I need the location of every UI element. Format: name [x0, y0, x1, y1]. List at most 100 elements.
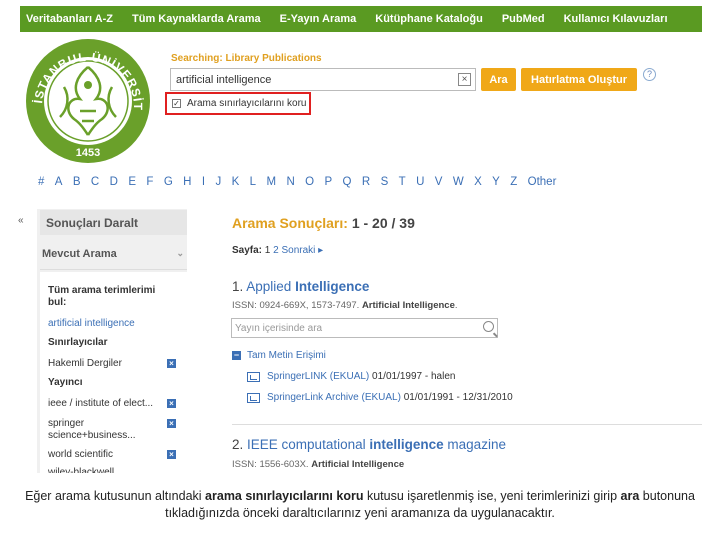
keep-limiters-label: Arama sınırlayıcılarını koru [187, 98, 307, 109]
alpha-u[interactable]: U [416, 176, 424, 188]
alpha-y[interactable]: Y [492, 176, 500, 188]
results-range: 1 - 20 / 39 [351, 215, 415, 231]
search-input[interactable]: artificial intelligence × [170, 68, 476, 91]
results-heading: Arama Sonuçları: 1 - 20 / 39 [232, 215, 415, 231]
caption-bold-1: arama sınırlayıcılarını koru [205, 489, 364, 503]
nav-pubmed[interactable]: PubMed [502, 13, 545, 25]
result-1-subject: Artificial Intelligence [361, 300, 455, 311]
alpha-q[interactable]: Q [343, 176, 352, 188]
external-link-icon [247, 392, 260, 403]
limiter-peer-reviewed: Hakemli Dergiler [48, 358, 122, 369]
result-2-subject: Artificial Intelligence [311, 459, 405, 470]
alpha-hash[interactable]: # [38, 176, 44, 188]
alpha-r[interactable]: R [362, 176, 370, 188]
caption-bold-2: ara [620, 489, 640, 503]
all-terms-line-2: bul: [48, 297, 67, 308]
result-1-issn-tail: . [454, 300, 458, 311]
alpha-g[interactable]: G [164, 176, 173, 188]
keep-limiters-checkbox[interactable]: ✓ [172, 99, 181, 108]
result-1-issn: ISSN: 0924-669X, 1573-7497. Artificial I… [232, 300, 458, 311]
alpha-s[interactable]: S [381, 176, 389, 188]
fulltext-link-springerlink[interactable]: SpringerLINK (EKUAL) 01/01/1997 - halen [247, 371, 455, 382]
publisher-wiley: wiley-blackwell [48, 467, 115, 473]
alpha-i[interactable]: I [202, 176, 205, 188]
alpha-other[interactable]: Other [528, 176, 557, 188]
alpha-d[interactable]: D [110, 176, 118, 188]
page-1: 1 [264, 245, 271, 256]
alpha-j[interactable]: J [215, 176, 221, 188]
result-2-issn: ISSN: 1556-603X. Artificial Intelligence [232, 459, 404, 470]
results-heading-label: Arama Sonuçları: [232, 215, 348, 231]
publisher-world-scientific: world scientific [48, 449, 114, 460]
page-label: Sayfa: [232, 245, 263, 256]
alpha-c[interactable]: C [91, 176, 99, 188]
full-text-access-label: Tam Metin Erişimi [247, 350, 326, 361]
keep-limiters-highlight: ✓ Arama sınırlayıcılarını koru [165, 92, 311, 115]
create-alert-button[interactable]: Hatırlatma Oluştur [521, 68, 637, 91]
clear-search-icon[interactable]: × [458, 73, 471, 86]
alpha-x[interactable]: X [474, 176, 482, 188]
current-search-label: Mevcut Arama [42, 248, 117, 260]
external-link-icon [247, 371, 260, 382]
result-1-title[interactable]: 1. Applied Intelligence [232, 279, 369, 294]
fulltext-link-dates: 01/01/1991 - 12/31/2010 [403, 392, 513, 403]
search-within-input[interactable]: Yayın içerisinde ara [231, 318, 498, 338]
alpha-a[interactable]: A [55, 176, 63, 188]
search-icon[interactable] [483, 321, 494, 332]
search-button[interactable]: Ara [481, 68, 516, 91]
result-1-title-text: Applied [246, 279, 292, 294]
alpha-p[interactable]: P [324, 176, 332, 188]
current-query-link[interactable]: artificial intelligence [48, 318, 135, 329]
nav-all-resources-search[interactable]: Tüm Kaynaklarda Arama [132, 13, 261, 25]
remove-publisher-world-scientific-icon[interactable]: × [167, 450, 176, 459]
remove-publisher-ieee-icon[interactable]: × [167, 399, 176, 408]
result-divider [232, 424, 702, 425]
university-seal-icon: T.C. İSTANBUL ÜNİVERSİTESİ 1453 [19, 25, 150, 163]
alpha-z[interactable]: Z [510, 176, 517, 188]
alpha-f[interactable]: F [146, 176, 153, 188]
full-text-access-toggle[interactable]: − Tam Metin Erişimi [232, 350, 326, 361]
current-search-toggle[interactable]: Mevcut Arama ⌄ [40, 240, 187, 270]
caption-text-2: kutusu işaretlenmiş ise, yeni terimlerin… [366, 489, 618, 503]
alphabet-browse: # A B C D E F G H I J K L M N O P Q R S … [38, 176, 698, 188]
alpha-e[interactable]: E [128, 176, 136, 188]
refine-results-heading: Sonuçları Daralt [40, 210, 187, 235]
fulltext-link-springerlink-archive[interactable]: SpringerLink Archive (EKUAL) 01/01/1991 … [247, 392, 513, 403]
current-search-panel: Tüm arama terimlerimi bul: artificial in… [40, 272, 187, 473]
result-2-title-text: IEEE computational [247, 437, 366, 452]
page-2-link[interactable]: 2 [273, 245, 279, 256]
next-arrow-icon[interactable]: ▸ [318, 245, 323, 256]
alpha-k[interactable]: K [232, 176, 240, 188]
collapse-sidebar-icon[interactable]: « [18, 215, 24, 226]
remove-publisher-springer-icon[interactable]: × [167, 419, 176, 428]
alpha-t[interactable]: T [399, 176, 406, 188]
result-2-title-highlight: intelligence [369, 437, 444, 452]
collapse-icon: − [232, 350, 241, 360]
top-navigation: Veritabanları A-Z Tüm Kaynaklarda Arama … [20, 6, 702, 32]
limiters-heading: Sınırlayıcılar [48, 337, 108, 348]
alpha-b[interactable]: B [73, 176, 81, 188]
help-icon[interactable]: ? [643, 68, 656, 81]
result-1-title-highlight: Intelligence [295, 279, 370, 294]
result-2-title-tail: magazine [447, 437, 506, 452]
nav-user-guides[interactable]: Kullanıcı Kılavuzları [564, 13, 668, 25]
alpha-w[interactable]: W [453, 176, 464, 188]
remove-limiter-icon[interactable]: × [167, 359, 176, 368]
alpha-n[interactable]: N [286, 176, 294, 188]
nav-epub-search[interactable]: E-Yayın Arama [280, 13, 357, 25]
alpha-v[interactable]: V [435, 176, 443, 188]
nav-library-catalog[interactable]: Kütüphane Kataloğu [375, 13, 483, 25]
result-2-number: 2. [232, 437, 244, 452]
alpha-l[interactable]: L [250, 176, 256, 188]
svg-text:1453: 1453 [76, 147, 100, 159]
alpha-m[interactable]: M [266, 176, 276, 188]
caption-text-1: Eğer arama kutusunun altındaki [25, 489, 202, 503]
nav-databases-az[interactable]: Veritabanları A-Z [26, 13, 113, 25]
alpha-h[interactable]: H [183, 176, 191, 188]
next-page-link[interactable]: Sonraki [281, 245, 315, 256]
result-2-title[interactable]: 2. IEEE computational intelligence magaz… [232, 437, 506, 452]
university-logo: T.C. İSTANBUL ÜNİVERSİTESİ 1453 [19, 25, 152, 165]
publisher-heading: Yayıncı [48, 377, 83, 388]
chevron-down-icon: ⌄ [176, 248, 184, 258]
alpha-o[interactable]: O [305, 176, 314, 188]
